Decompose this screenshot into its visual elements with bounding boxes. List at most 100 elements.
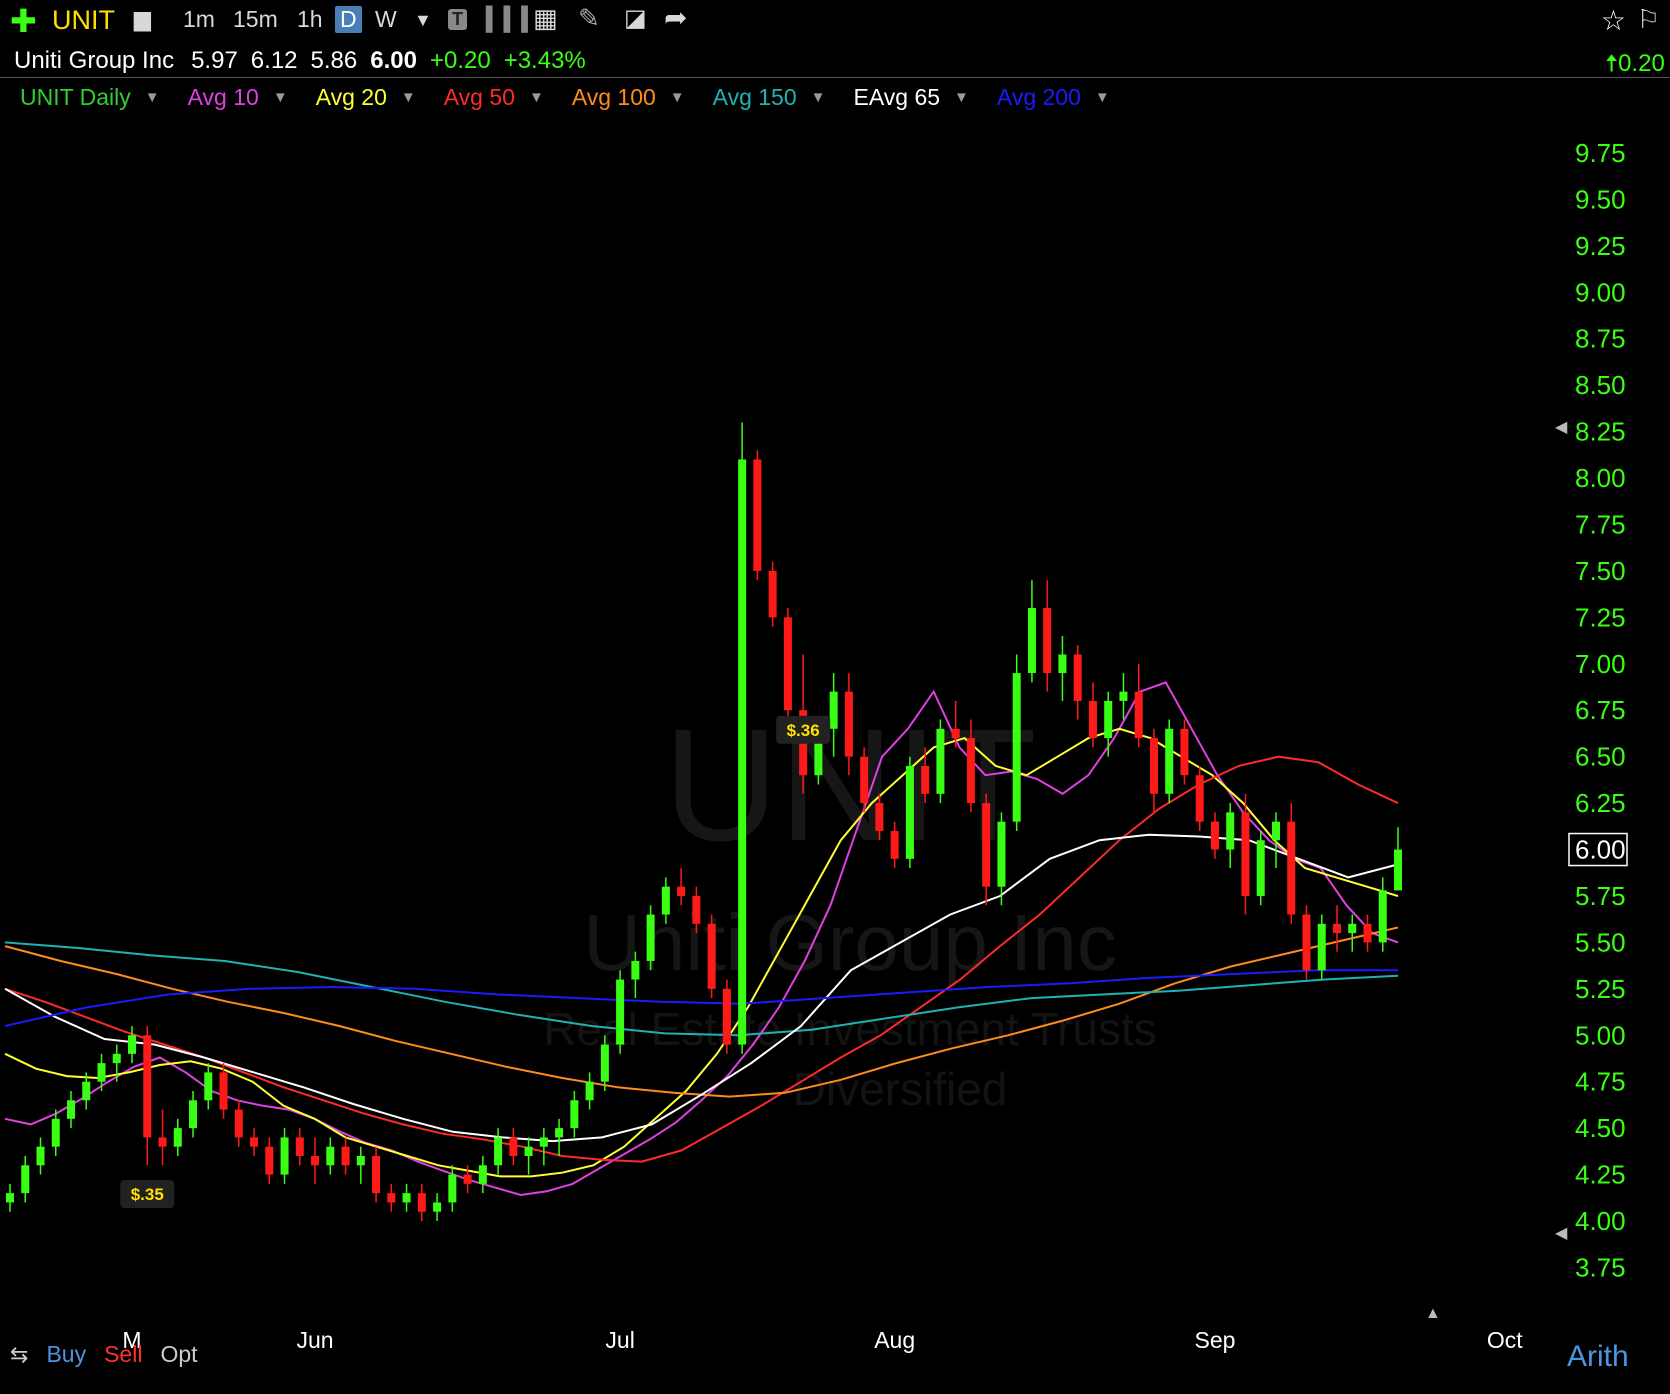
price-tick-label: 5.50 [1575,927,1626,957]
scroll-down-icon[interactable]: ◀ [1555,1225,1568,1242]
time-axis: MJunJulAugSepOct10/24/2025 [122,1327,1523,1353]
price-tick-label: 7.00 [1575,649,1626,679]
candle-body [494,1137,503,1166]
candle-body [1149,738,1158,794]
time-tick-label: Aug [874,1327,915,1353]
options-button[interactable]: Opt [160,1341,197,1368]
candle-body [341,1146,350,1166]
price-tick-label: 5.00 [1575,1020,1626,1050]
candle-body [143,1035,152,1138]
candle-body [539,1137,548,1147]
candle-body [905,765,914,859]
candle-body [860,756,869,804]
candle-body [844,691,853,757]
candle-body [951,728,960,739]
candle-body [387,1193,396,1203]
candle-body [692,895,701,924]
candle-body [921,765,930,794]
candle-body [417,1193,426,1212]
candle-body [600,1044,609,1082]
scroll-right-icon[interactable]: ▲ [1425,1305,1441,1322]
candle-body [112,1053,121,1064]
candle-body [1256,840,1265,896]
swap-icon[interactable]: ⇆ [10,1342,28,1368]
candle-body [372,1155,381,1194]
candle-body [128,1035,137,1054]
candle-body [1226,812,1235,850]
candle-body [234,1109,243,1138]
candle-body [1165,728,1174,794]
candle-body [829,691,838,729]
price-tick-label: 8.50 [1575,370,1626,400]
candle-body [707,923,716,989]
candle-body [21,1165,30,1194]
candle-body [509,1137,518,1156]
annotation-label: $.36 [787,721,820,740]
candle-body [1241,812,1250,896]
candle-body [6,1193,14,1203]
candle-body [1287,821,1296,915]
price-tick-label: 8.00 [1575,463,1626,493]
price-chart[interactable]: UNITUniti Group IncReal Estate Investmen… [0,0,1670,1394]
candle-body [67,1100,76,1119]
price-tick-label: 6.50 [1575,742,1626,772]
candle-body [1394,849,1402,891]
candle-body [280,1137,289,1175]
candle-body [1317,923,1326,971]
price-tick-label: 7.50 [1575,556,1626,586]
price-tick-label: 7.75 [1575,509,1626,539]
candle-body [219,1072,228,1110]
candle-body [997,821,1006,887]
scale-toggle[interactable]: Arith [1567,1340,1629,1374]
candle-body [189,1100,198,1129]
candle-body [875,803,884,831]
candle-body [173,1128,182,1147]
buy-button[interactable]: Buy [46,1341,86,1368]
candle-body [265,1146,274,1175]
candle-body [631,960,640,980]
candle-body [97,1063,106,1082]
candle-body [1302,914,1311,971]
candle-body [51,1118,60,1147]
candle-body [356,1155,365,1166]
price-tick-label: 5.75 [1575,881,1626,911]
candle-body [1348,923,1357,934]
candle-body [1027,608,1036,674]
price-tick-label: 7.25 [1575,602,1626,632]
candle-body [1134,691,1143,739]
candle-body [82,1081,91,1101]
candle-body [783,617,792,711]
candle-body [1180,728,1189,776]
candle-body [311,1155,320,1166]
candle-body [326,1146,335,1166]
time-tick-label: Oct [1487,1327,1523,1353]
candle-body [1271,821,1280,841]
candle-body [402,1193,411,1203]
candle-body [677,886,686,896]
price-tick-label: 6.25 [1575,788,1626,818]
candle-body [738,459,747,1045]
candle-body [1363,923,1372,943]
candle-body [524,1146,533,1156]
candle-body [1332,923,1341,934]
scroll-up-icon[interactable]: ◀ [1555,419,1568,436]
candle-body [1378,890,1387,943]
candle-body [753,459,762,571]
price-tick-label: 5.25 [1575,974,1626,1004]
last-price-label: 6.00 [1575,835,1626,865]
time-tick-label: Jun [297,1327,334,1353]
price-tick-label: 6.75 [1575,695,1626,725]
price-tick-label: 9.50 [1575,184,1626,214]
watermark-industry: Diversified [793,1063,1008,1115]
price-tick-label: 9.75 [1575,138,1626,168]
candle-body [433,1202,442,1212]
candle-body [616,979,625,1045]
price-tick-label: 3.75 [1575,1252,1626,1282]
sell-button[interactable]: Sell [104,1341,142,1368]
candle-body [1043,608,1052,674]
price-tick-label: 9.25 [1575,231,1626,261]
price-tick-label: 4.25 [1575,1160,1626,1190]
candle-body [204,1072,213,1101]
candle-body [1058,654,1067,674]
candle-body [890,830,899,859]
